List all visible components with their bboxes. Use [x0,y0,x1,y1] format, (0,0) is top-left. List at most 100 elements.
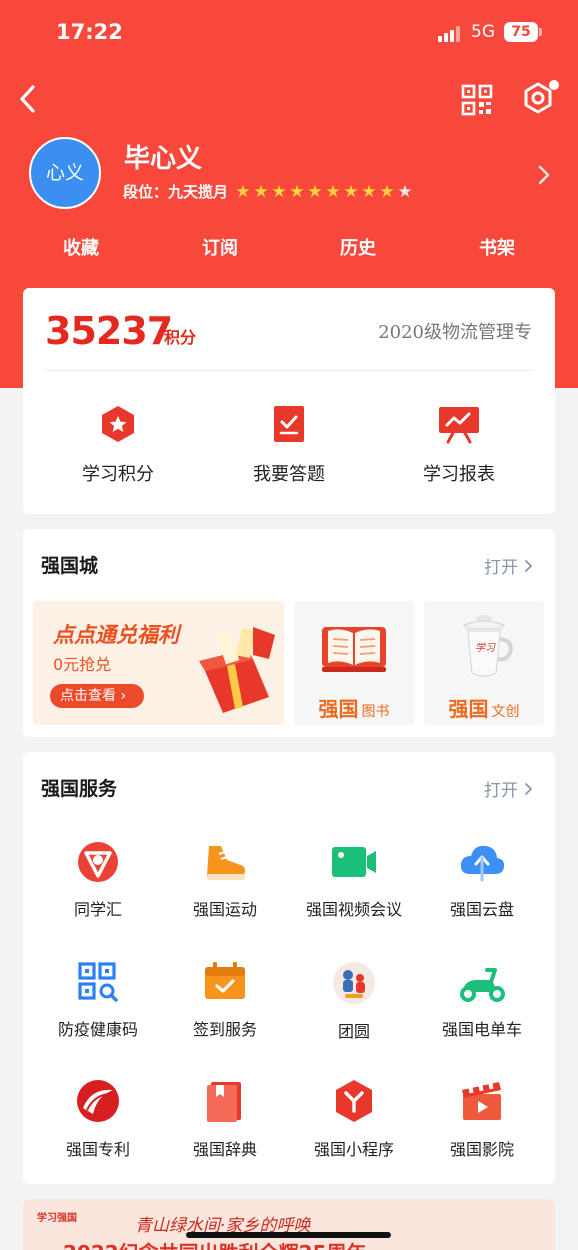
check-in-icon [205,962,245,999]
star-icon: ★ [343,181,359,202]
answer-questions-label: 我要答题 [253,464,325,485]
service-label: 强国云盘 [449,900,514,919]
star-icon: ★ [307,181,323,202]
chevron-right-icon: › [120,688,127,704]
service-health-code[interactable]: 防疫健康码 [33,960,163,1040]
service-cinema[interactable]: 强国影院 [417,1078,547,1160]
cloud-upload-icon [460,845,505,882]
rank-row: 段位： 九天揽月 ★ ★ ★ ★ ★ ★ ★ ★ ★ ★ [123,181,414,202]
settings-hexagon-icon [524,80,559,114]
service-e-bike[interactable]: 强国电单车 [417,960,547,1040]
promo-subtitle: 0元抢兑 [53,655,112,674]
welfare-promo-banner[interactable]: 点点通兑福利 0元抢兑 点击查看 › [33,601,284,725]
sneaker-icon [207,846,245,880]
service-mini-program[interactable]: 强国小程序 [289,1078,419,1160]
banner-headline: 2022纪念共同出胜利全辉25周年 [63,1237,367,1250]
city-card: 强国城 打开 点点通兑福利 0元抢兑 点击查看 › 强国 图书 学习 强国 文创 [23,529,555,737]
user-name[interactable]: 毕心义 [124,138,202,175]
signal-icon [438,26,464,42]
service-label: 防疫健康码 [57,1020,138,1039]
rank-stars: ★ ★ ★ ★ ★ ★ ★ ★ ★ ★ [234,183,414,201]
service-dictionary[interactable]: 强国辞典 [160,1078,290,1160]
chevron-right-icon [538,165,550,185]
network-type: 5G [471,22,495,42]
home-indicator[interactable] [186,1232,391,1238]
service-label: 强国专利 [65,1140,130,1159]
star-icon: ★ [325,181,341,202]
promo-title: 点点通兑福利 [53,623,179,647]
status-bar: 17:22 5G 75 [0,18,578,48]
star-icon: ★ [361,181,377,202]
gift-box-icon [199,627,275,713]
star-icon: ★ [253,181,269,202]
rank-value: 九天揽月 [168,183,229,201]
promo-button-label: 点击查看 [60,688,116,704]
service-label: 签到服务 [192,1020,257,1039]
tab-history[interactable]: 历史 [328,234,388,260]
e-scooter-icon [460,968,505,1002]
service-patent[interactable]: 强国专利 [33,1078,163,1160]
health-qr-icon [78,962,118,1002]
qiangguo-books-tile[interactable]: 强国 图书 [294,601,414,725]
service-sports[interactable]: 强国运动 [160,840,290,920]
points-unit: 积分 [164,328,197,347]
cinema-icon [462,1082,501,1120]
books-label: 强国 图书 [294,693,414,722]
service-label: 同学汇 [73,900,122,919]
creative-label: 强国 文创 [424,693,544,722]
qr-code-icon [461,84,493,116]
star-icon: ★ [289,181,305,202]
city-title: 强国城 [41,555,99,577]
tab-subscriptions[interactable]: 订阅 [190,234,250,260]
study-report-label: 学习报表 [423,464,495,485]
rank-label: 段位： [123,183,169,201]
service-label: 强国影院 [449,1140,514,1159]
service-label: 团圆 [337,1022,370,1041]
promo-button[interactable]: 点击查看 › [50,684,144,708]
classmates-icon [78,842,118,882]
quick-tabs: 收藏 订阅 历史 书架 [0,234,578,262]
mini-program-icon [336,1080,372,1122]
avatar[interactable]: 心义 [29,137,101,209]
city-open-link[interactable]: 打开 [484,553,533,578]
study-report-button[interactable]: 学习报表 [389,404,529,486]
chevron-right-icon [525,559,533,572]
answer-check-icon [274,406,304,442]
back-button[interactable] [14,82,44,116]
services-title: 强国服务 [41,778,118,800]
patent-icon [77,1080,119,1122]
service-label: 强国视频会议 [305,900,402,919]
points-value[interactable]: 35237 [45,309,173,353]
bottom-promo-banner[interactable]: 学习强国 青山绿水间·家乡的呼唤 2022纪念共同出胜利全辉25周年 [23,1199,555,1250]
tab-bookshelf[interactable]: 书架 [467,234,527,260]
reunion-icon [333,962,375,1004]
books-label-sub: 图书 [361,704,390,720]
star-icon: ★ [397,181,413,202]
services-open-link[interactable]: 打开 [484,776,533,801]
service-video-meeting[interactable]: 强国视频会议 [289,840,419,920]
service-cloud-drive[interactable]: 强国云盘 [417,840,547,920]
status-time: 17:22 [56,20,123,44]
battery-icon: 75 [504,22,542,42]
tab-favorites[interactable]: 收藏 [51,234,111,260]
chevron-left-icon [20,85,35,113]
settings-button[interactable] [518,78,562,120]
service-check-in[interactable]: 签到服务 [160,960,290,1040]
answer-questions-button[interactable]: 我要答题 [219,404,359,486]
star-icon: ★ [235,181,251,202]
book-icon [322,627,386,672]
major-label: 2020级物流管理专 [378,322,532,343]
star-icon: ★ [379,181,395,202]
service-label: 强国电单车 [441,1020,522,1039]
study-points-button[interactable]: 学习积分 [48,404,188,486]
qr-code-button[interactable] [461,84,493,116]
qiangguo-creative-tile[interactable]: 学习 强国 文创 [424,601,544,725]
cup-icon: 学习 [463,615,513,677]
service-classmates[interactable]: 同学汇 [33,840,163,920]
service-label: 强国辞典 [192,1140,257,1159]
chevron-right-icon [525,782,533,795]
creative-label-sub: 文创 [491,704,520,720]
service-reunion[interactable]: 团圆 [289,960,419,1042]
profile-detail-button[interactable] [536,163,552,187]
services-open-label: 打开 [484,781,518,801]
